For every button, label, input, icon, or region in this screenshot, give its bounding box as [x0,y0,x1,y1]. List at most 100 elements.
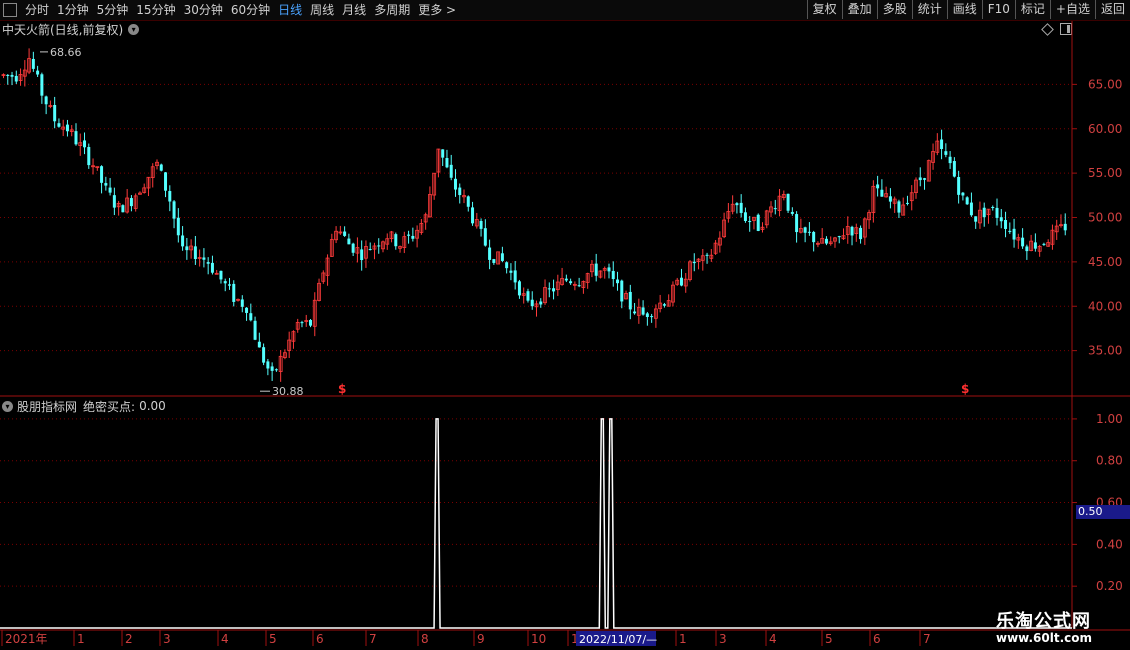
candle-body-down [458,187,462,196]
candle-body-down [982,207,986,218]
candle-body-down [100,166,104,183]
candle-body-down [650,316,654,318]
candle-body-down [129,198,133,207]
candle-body-down [616,279,620,284]
candle-body-down [206,262,210,264]
watermark-url: www.60lt.com [996,631,1093,645]
candle-body-down [227,284,231,286]
indicator-tick-label: 1.00 [1096,412,1123,426]
candle-body-down [449,164,453,178]
candle-body-down [965,197,969,205]
candle-body-down [594,263,598,276]
time-tick-label: 5 [269,632,277,646]
candle-body-down [309,319,313,326]
candle-body-down [377,245,381,247]
indicator-line [0,418,1072,629]
candle-body-down [441,149,445,158]
candle-body-down [471,207,475,224]
candle-body-down [679,277,683,286]
candle-body-down [466,196,470,207]
time-tick-label: 8 [421,632,429,646]
candle-body-down [547,288,551,290]
candle-body-down [756,214,760,231]
candle-body-down [112,195,116,208]
candle-body-down [876,184,880,189]
time-tick-label: 1 [77,632,85,646]
candle-body-down [36,70,40,75]
time-tick-label: 7 [369,632,377,646]
price-tick-label: 50.00 [1088,211,1122,225]
time-tick-label: 6 [316,632,324,646]
candle-body-down [662,304,666,306]
candle-body-down [104,183,108,186]
candle-body-down [564,278,568,281]
high-marker-label: 68.66 [50,46,82,59]
time-tick-label: 10 [531,632,546,646]
candle-body-down [940,139,944,150]
price-tick-label: 45.00 [1088,255,1122,269]
candle-body-down [628,291,632,310]
candle-body-down [795,214,799,233]
candle-body-down [1021,237,1025,247]
candle-body-down [121,205,125,213]
chart-canvas[interactable]: 65.00 60.00 55.00 50.00 45.00 40.00 35.00 68.66… [0,0,1130,650]
candle-body-down [552,288,556,292]
candle-body-down [918,177,922,181]
candle-body-down [577,285,581,287]
candle-body-down [411,235,415,239]
candle-body-down [262,347,266,363]
candle-body-down [44,96,48,105]
candle-body-down [83,140,87,148]
price-tick-label: 55.00 [1088,166,1122,180]
candle-body-down [611,270,615,280]
candle-body-down [923,178,927,180]
candle-body-down [539,301,543,305]
indicator-tick-label: 0.40 [1096,537,1123,551]
candle-body-down [453,178,457,190]
time-tick-label: 9 [477,632,485,646]
candle-body-down [10,74,14,77]
candle-body-down [40,74,44,96]
candle-body-down [6,74,10,76]
candle-body-down [223,281,227,284]
signal-marker: $ [338,382,346,396]
candle-body-down [53,104,57,122]
candle-body-down [274,369,278,371]
candle-body-down [645,313,649,317]
candle-body-down [159,164,163,171]
candle-body-down [735,203,739,206]
candle-body-down [351,243,355,253]
price-tick-label: 60.00 [1088,122,1122,136]
candle-body-down [181,235,185,247]
candle-body-down [509,270,513,273]
candle-body-down [407,234,411,236]
candle-body-down [526,291,530,301]
candle-body-down [168,191,172,202]
candle-body-down [176,217,180,236]
watermark-logo: 乐淘公式网 www.60lt.com [978,605,1128,650]
candle-body-down [14,75,18,82]
candle-body-down [803,227,807,233]
candle-body-down [824,238,828,244]
time-tick-label: 5 [825,632,833,646]
candle-body-down [961,192,965,196]
candle-body-down [773,208,777,210]
candle-body-down [343,231,347,236]
candle-body-down [1004,220,1008,229]
signal-marker: $ [961,382,969,396]
candle-body-down [974,216,978,222]
candle-body-down [948,156,952,164]
time-tick-label: 7 [923,632,931,646]
candle-body-down [505,262,509,269]
candle-body-down [172,201,176,219]
time-tick-label: 3 [719,632,727,646]
candle-body-down [65,124,69,132]
price-tick-label: 65.00 [1088,77,1122,91]
time-tick-label: 1 [679,632,687,646]
candle-body-down [240,299,244,307]
candle-body-down [193,246,197,260]
candle-body-down [488,247,492,260]
cursor-date-label: 2022/11/07/— [579,633,657,646]
candle-body-down [880,189,884,197]
candle-body-down [952,161,956,177]
